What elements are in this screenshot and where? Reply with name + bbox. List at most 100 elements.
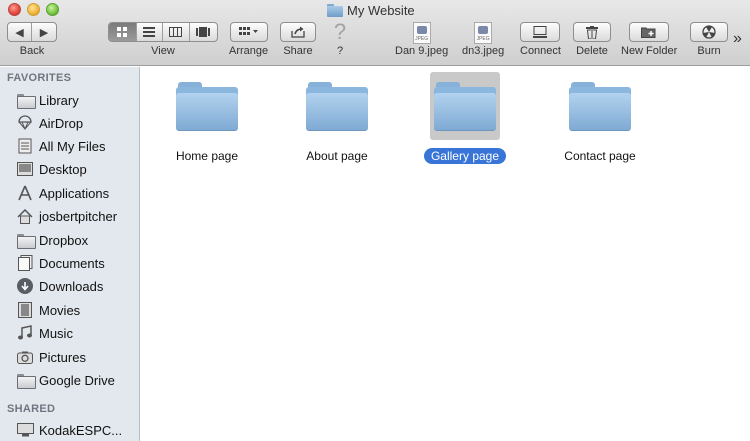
- jpeg-file-icon: [474, 22, 493, 44]
- sidebar-item-desktop[interactable]: Desktop: [16, 159, 87, 179]
- sidebar-item-label: AirDrop: [39, 115, 84, 131]
- sidebar-item-music[interactable]: Music: [16, 323, 73, 343]
- new-folder-icon: [641, 27, 656, 38]
- cover-flow-view-button[interactable]: [190, 23, 217, 41]
- burn-icon: [702, 25, 716, 39]
- file1-label: Dan 9.jpeg: [395, 45, 449, 57]
- sidebar-item-documents[interactable]: Documents: [16, 253, 105, 273]
- folder-item-home-page[interactable]: Home page: [147, 72, 267, 167]
- sidebar-item-label: Applications: [39, 185, 110, 201]
- connect-button[interactable]: [520, 22, 561, 42]
- sidebar-item-downloads[interactable]: Downloads: [16, 276, 103, 296]
- folder-icon: [327, 3, 343, 17]
- sidebar-item-label: josbertpitcher: [39, 208, 118, 224]
- folder-thumbnail: [565, 72, 635, 140]
- column-view-icon: [169, 27, 183, 37]
- pictures-icon: [16, 349, 34, 365]
- question-mark-icon: ?: [333, 19, 347, 44]
- window-title-bar: My Website: [327, 1, 415, 19]
- cover-flow-icon: [196, 27, 211, 37]
- sidebar-item-label: Google Drive: [39, 372, 115, 388]
- toolbar: My Website ◀ ▶ Back View Arrange Share ?…: [0, 0, 750, 66]
- folder-item-gallery-page[interactable]: Gallery page: [405, 72, 525, 167]
- share-group: Share: [280, 22, 316, 57]
- close-window-button[interactable]: [8, 3, 21, 16]
- trash-icon: [586, 25, 598, 39]
- folder-icon: [16, 372, 36, 389]
- window-title: My Website: [347, 2, 415, 18]
- sidebar-item-label: Dropbox: [39, 232, 89, 248]
- all-files-icon: [16, 138, 34, 154]
- forward-button[interactable]: ▶: [32, 23, 56, 41]
- help-group: ? ?: [331, 19, 349, 57]
- view-group: View: [108, 22, 218, 57]
- folder-icon: [176, 82, 238, 130]
- connect-label: Connect: [520, 45, 561, 57]
- folder-thumbnail: [172, 72, 242, 140]
- delete-group: Delete: [573, 22, 611, 57]
- sidebar-item-applications[interactable]: Applications: [16, 183, 109, 203]
- burn-button[interactable]: [690, 22, 728, 42]
- movies-icon: [16, 302, 34, 318]
- folder-item-label: Gallery page: [423, 148, 507, 164]
- sidebar-item-library[interactable]: Library: [16, 90, 79, 110]
- folder-icon: [569, 82, 631, 130]
- toolbar-overflow-button[interactable]: »: [733, 30, 742, 48]
- view-label: View: [151, 45, 175, 57]
- icon-view-icon: [116, 26, 127, 37]
- folder-thumbnail-selected: [430, 72, 500, 140]
- delete-button[interactable]: [573, 22, 611, 42]
- sidebar-item-label: Movies: [39, 302, 81, 318]
- folder-content-area: Home page About page Gallery page Contac…: [141, 67, 750, 441]
- minimize-window-button[interactable]: [27, 3, 40, 16]
- icon-view-button[interactable]: [109, 23, 137, 41]
- folder-thumbnail: [302, 72, 372, 140]
- folder-item-contact-page[interactable]: Contact page: [540, 72, 660, 167]
- home-icon: [16, 208, 34, 224]
- folder-icon: [16, 232, 36, 249]
- toolbar-file-dan9[interactable]: Dan 9.jpeg: [395, 22, 448, 57]
- help-label: ?: [336, 45, 344, 57]
- arrange-button[interactable]: [229, 22, 268, 42]
- share-button[interactable]: [280, 22, 316, 42]
- folder-icon: [434, 82, 496, 130]
- burn-group: Burn: [690, 22, 728, 57]
- arrange-icon: [238, 27, 258, 35]
- zoom-window-button[interactable]: [46, 3, 59, 16]
- sidebar-item-label: All My Files: [39, 138, 106, 154]
- sidebar-item-label: KodakESPC...: [39, 422, 123, 438]
- list-view-icon: [143, 27, 156, 37]
- sidebar-item-airdrop[interactable]: AirDrop: [16, 113, 83, 133]
- folder-item-label: Contact page: [564, 149, 636, 163]
- arrange-group: Arrange: [229, 22, 268, 57]
- sidebar-item-movies[interactable]: Movies: [16, 300, 80, 320]
- folder-item-label: Home page: [175, 149, 239, 163]
- new-folder-group: New Folder: [621, 22, 677, 57]
- sidebar-item-label: Pictures: [39, 349, 86, 365]
- file2-label: dn3.jpeg: [462, 45, 505, 57]
- help-button[interactable]: ?: [331, 19, 349, 44]
- new-folder-button[interactable]: [629, 22, 670, 42]
- sidebar-item-label: Documents: [39, 255, 105, 271]
- sidebar-item-label: Downloads: [39, 278, 104, 294]
- delete-label: Delete: [576, 45, 608, 57]
- sidebar-item-dropbox[interactable]: Dropbox: [16, 230, 88, 250]
- column-view-button[interactable]: [163, 23, 190, 41]
- back-arrow-icon: ◀: [15, 26, 24, 39]
- sidebar-item-google-drive[interactable]: Google Drive: [16, 370, 115, 390]
- sidebar-item-label: Music: [39, 325, 73, 341]
- sidebar-item-pictures[interactable]: Pictures: [16, 347, 86, 367]
- sidebar-item-kodak[interactable]: KodakESPC...: [16, 420, 122, 440]
- sidebar-item-all-my-files[interactable]: All My Files: [16, 136, 105, 156]
- toolbar-file-dn3[interactable]: dn3.jpeg: [462, 22, 504, 57]
- applications-icon: [16, 185, 34, 201]
- list-view-button[interactable]: [137, 23, 164, 41]
- folder-icon: [16, 92, 36, 109]
- back-button[interactable]: ◀: [8, 23, 33, 41]
- folder-item-about-page[interactable]: About page: [277, 72, 397, 167]
- sidebar-item-home[interactable]: josbertpitcher: [16, 206, 117, 226]
- new-folder-label: New Folder: [621, 45, 678, 57]
- folder-item-label: About page: [306, 149, 368, 163]
- airdrop-icon: [16, 115, 34, 131]
- sidebar: FAVORITES Library AirDrop All My Files D…: [0, 67, 140, 441]
